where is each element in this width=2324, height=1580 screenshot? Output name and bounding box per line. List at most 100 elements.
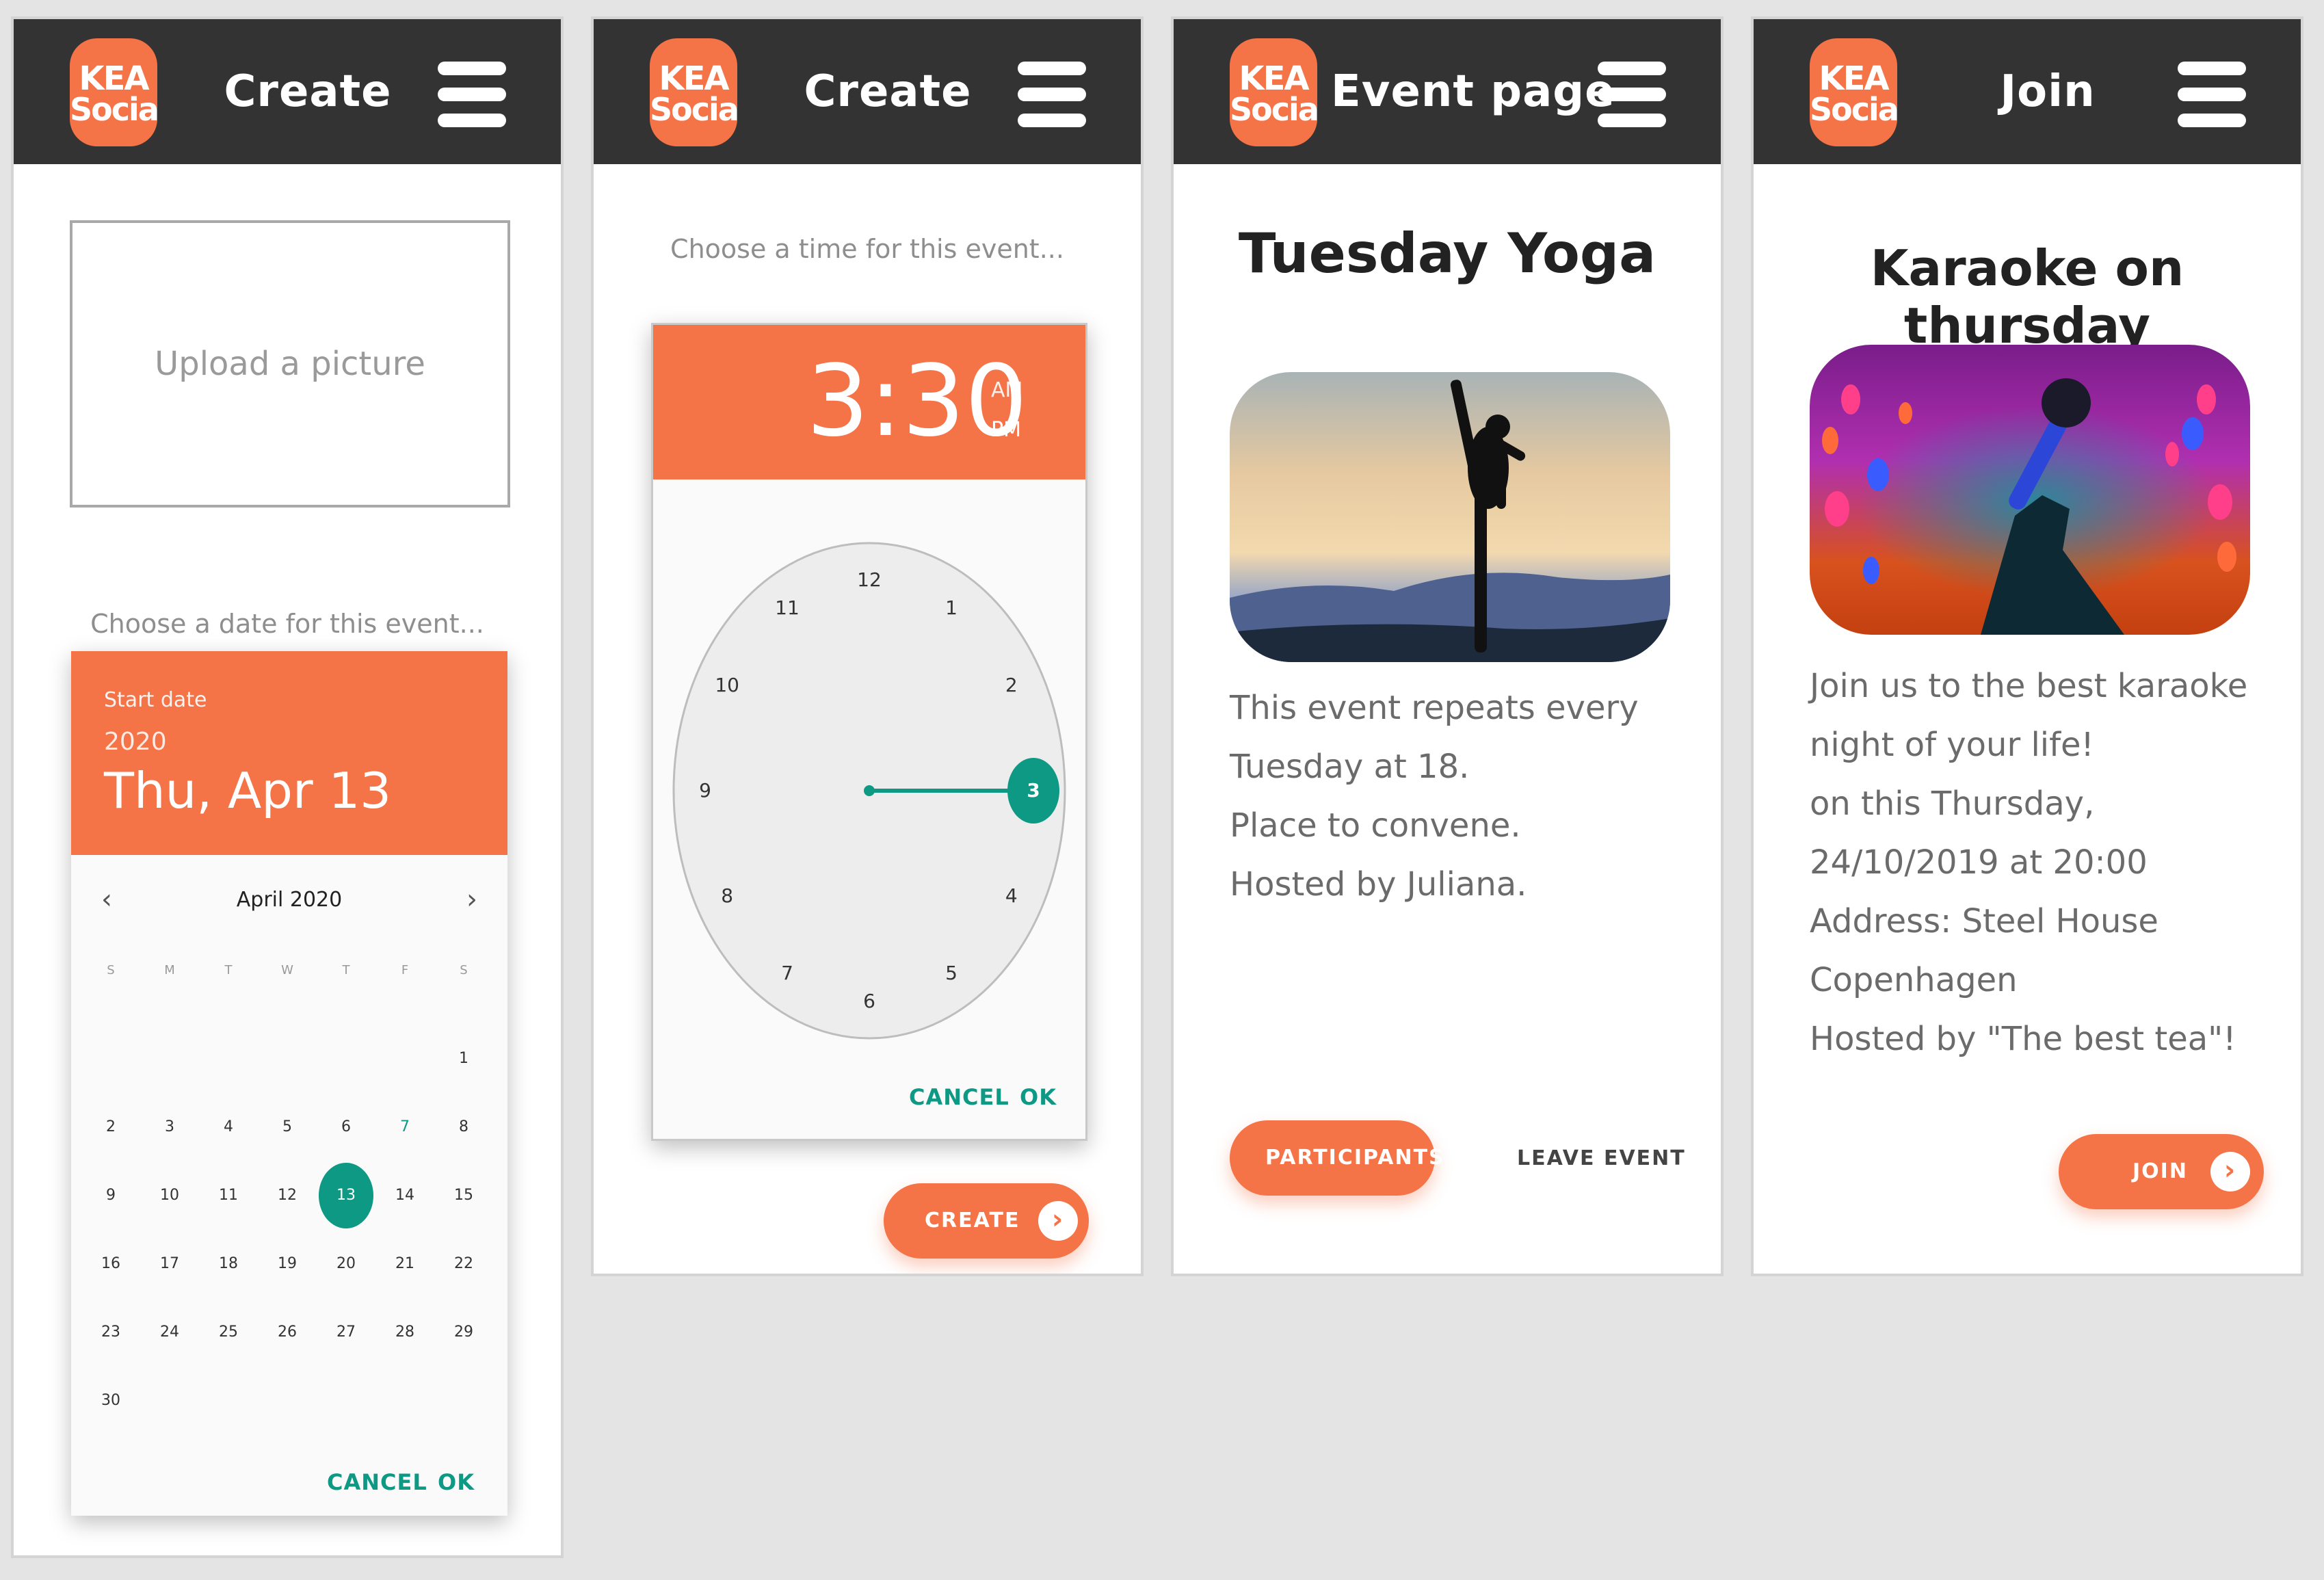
page-title: Join [2000,66,2096,117]
calendar-day[interactable]: 24 [142,1300,197,1365]
event-description: Join us to the best karaoke night of you… [1810,667,2248,1058]
clock-number[interactable]: 1 [931,596,972,620]
calendar-day[interactable]: 27 [319,1300,373,1365]
calendar-day[interactable]: 12 [260,1163,315,1228]
calendar-day[interactable]: 17 [142,1231,197,1297]
participants-button[interactable]: PARTICIPANTS [1230,1120,1444,1196]
calendar-day[interactable]: 19 [260,1231,315,1297]
app-header: KEA Social Event page [1174,19,1721,164]
calendar-day[interactable]: 2 [83,1094,138,1160]
chevron-right-icon: › [2210,1152,2250,1191]
clock-number[interactable]: 11 [767,596,808,620]
page-title: Create [224,66,392,117]
weekday-label: M [164,963,175,977]
event-description: This event repeats every Tuesday at 18. … [1230,689,1639,904]
calendar-day[interactable]: 4 [201,1094,256,1160]
calendar-day[interactable]: 6 [319,1094,373,1160]
weekday-label: T [224,963,233,977]
screen-event-page: KEA Social Event page Tuesday Yoga [1171,16,1724,1276]
calendar-day[interactable]: 18 [201,1231,256,1297]
yoga-photo [1230,372,1670,662]
clock-number[interactable]: 2 [991,674,1032,697]
hamburger-menu-icon[interactable] [1018,62,1086,129]
calendar-day[interactable]: 20 [319,1231,373,1297]
calendar-day[interactable]: 7 [378,1094,432,1160]
calendar-day[interactable]: 11 [201,1163,256,1228]
weekday-label: F [401,963,409,977]
screen-create-date: KEA Social Create Upload a picture Choos… [11,16,564,1558]
clock-face-graphic [672,542,1066,1040]
page-title: Event page [1331,66,1615,117]
date-picker-header: Start date 2020 Thu, Apr 13 [71,651,507,855]
clock-number[interactable]: 9 [685,779,726,802]
time-picker-header: 3:30 AM PM [653,325,1085,479]
calendar-day[interactable]: 23 [83,1300,138,1365]
calendar-day[interactable]: 3 [142,1094,197,1160]
app-header: KEA Social Create [14,19,561,164]
clock-number[interactable]: 4 [991,884,1032,908]
date-prompt: Choose a date for this event... [90,609,484,639]
chevron-right-icon: › [1038,1201,1078,1241]
screen-join: KEA Social Join Karaoke on thursday [1751,16,2303,1276]
clock-number[interactable]: 3 [1013,779,1054,802]
page-title: Create [804,66,972,117]
hamburger-menu-icon[interactable] [438,62,506,129]
hamburger-menu-icon[interactable] [1598,62,1666,129]
weekday-label: T [342,963,350,977]
calendar-day[interactable]: 29 [436,1300,491,1365]
date-ok-button[interactable]: OK [438,1469,475,1495]
selected-year[interactable]: 2020 [104,728,167,756]
clock-number[interactable]: 7 [767,962,808,985]
chevron-right-icon[interactable]: › [466,884,477,915]
calendar-day[interactable]: 9 [83,1163,138,1228]
clock-number[interactable]: 5 [931,962,972,985]
date-cancel-button[interactable]: CANCEL [327,1469,427,1495]
calendar-day[interactable]: 10 [142,1163,197,1228]
upload-picture-box[interactable]: Upload a picture [70,220,510,508]
time-prompt: Choose a time for this event... [670,234,1064,264]
kea-social-logo[interactable]: KEA Social [650,38,737,146]
leave-event-button[interactable]: LEAVE EVENT [1517,1146,1686,1170]
calendar-day[interactable]: 25 [201,1300,256,1365]
calendar-day[interactable]: 1 [436,1026,491,1092]
upload-picture-label: Upload a picture [155,345,425,383]
calendar-day[interactable]: 5 [260,1094,315,1160]
join-button[interactable]: JOIN › [2059,1134,2264,1209]
am-toggle[interactable]: AM [991,378,1022,402]
selected-date: Thu, Apr 13 [104,762,392,819]
clock-number[interactable]: 10 [707,674,748,697]
calendar-day[interactable]: 8 [436,1094,491,1160]
start-date-label: Start date [104,688,207,712]
calendar-day[interactable]: 13 [319,1163,373,1228]
calendar-day[interactable]: 26 [260,1300,315,1365]
clock-number[interactable]: 6 [849,990,890,1013]
kea-social-logo[interactable]: KEA Social [1230,38,1317,146]
time-cancel-button[interactable]: CANCEL [909,1084,1009,1110]
pm-toggle[interactable]: PM [991,418,1021,442]
clock-number[interactable]: 12 [849,568,890,592]
calendar-day[interactable]: 15 [436,1163,491,1228]
calendar-day[interactable]: 30 [83,1368,138,1434]
calendar-day[interactable]: 14 [378,1163,432,1228]
app-header: KEA Social Create [594,19,1141,164]
participants-label: PARTICIPANTS [1265,1146,1445,1170]
kea-social-logo[interactable]: KEA Social [70,38,157,146]
app-header: KEA Social Join [1754,19,2301,164]
weekday-label: S [107,963,115,977]
screen-create-time: KEA Social Create Choose a time for this… [591,16,1144,1276]
calendar-day[interactable]: 16 [83,1231,138,1297]
calendar-day[interactable]: 22 [436,1231,491,1297]
time-ok-button[interactable]: OK [1020,1084,1057,1110]
calendar-day[interactable]: 28 [378,1300,432,1365]
create-button[interactable]: CREATE › [884,1183,1089,1259]
clock-face[interactable]: 12 1 2 3 4 5 6 7 8 9 10 11 [671,541,1068,1040]
date-picker-dialog: Start date 2020 Thu, Apr 13 ‹ April 2020… [71,651,507,1516]
karaoke-photo [1810,345,2250,635]
month-label: April 2020 [236,888,343,912]
hamburger-menu-icon[interactable] [2178,62,2246,129]
join-button-label: JOIN [2132,1159,2188,1183]
clock-number[interactable]: 8 [707,884,748,908]
weekday-label: W [281,963,293,977]
calendar-day[interactable]: 21 [378,1231,432,1297]
kea-social-logo[interactable]: KEA Social [1810,38,1897,146]
